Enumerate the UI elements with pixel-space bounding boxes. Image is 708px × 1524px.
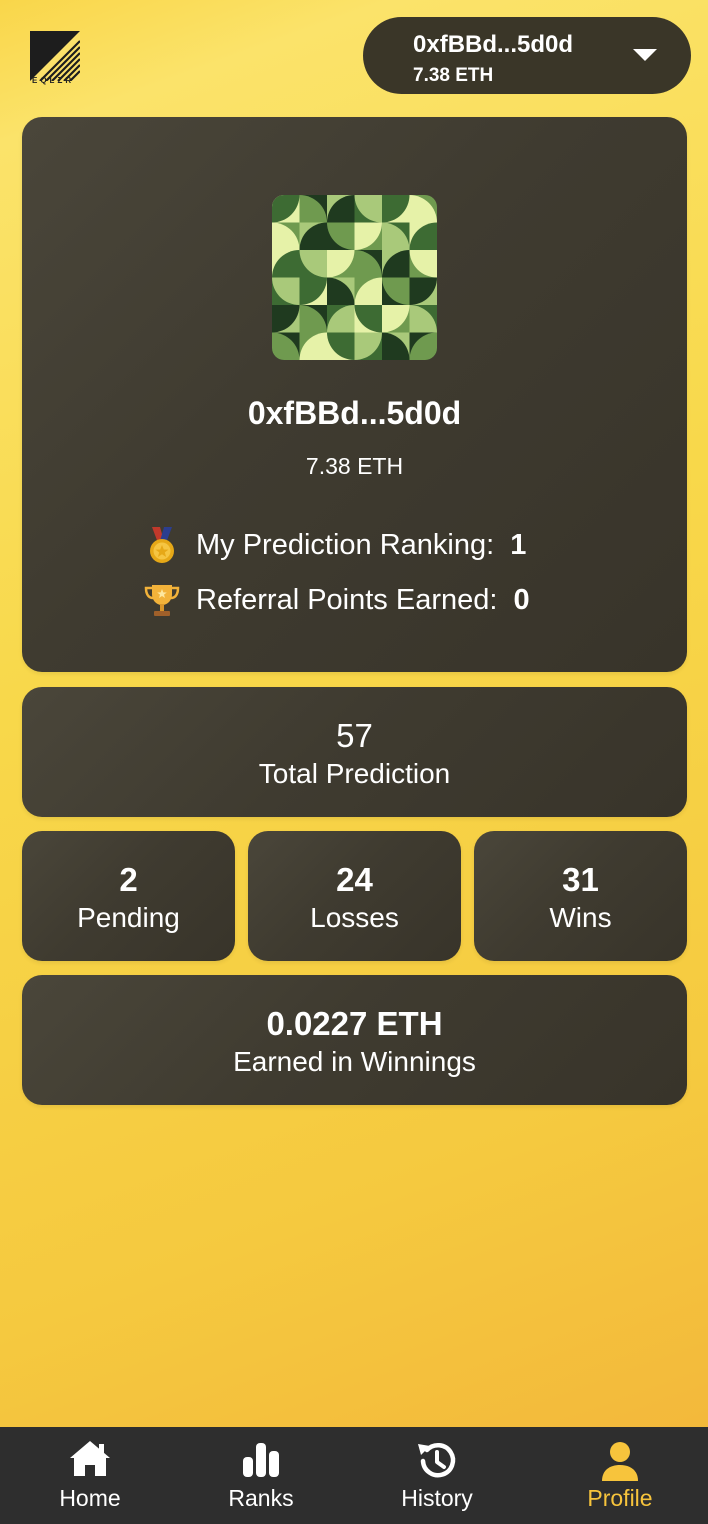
earnings-card: 0.0227 ETH Earned in Winnings — [22, 975, 687, 1105]
total-prediction-label: Total Prediction — [258, 758, 451, 789]
wallet-dropdown[interactable]: 0xfBBd...5d0d 7.38 ETH — [363, 17, 691, 94]
logo-text: EQLZR — [32, 76, 75, 85]
chevron-down-icon — [633, 49, 657, 61]
bar-chart-icon — [243, 1443, 279, 1477]
avatar — [272, 195, 437, 360]
tab-home[interactable]: Home — [0, 1427, 180, 1524]
pending-card: 2 Pending — [22, 831, 235, 961]
earnings-label: Earned in Winnings — [233, 1046, 476, 1077]
user-icon — [602, 1442, 638, 1481]
trophy-icon — [144, 585, 180, 616]
total-prediction-card: 57 Total Prediction — [22, 687, 687, 817]
tab-profile[interactable]: Profile — [532, 1427, 708, 1524]
history-icon — [418, 1442, 456, 1478]
pending-label: Pending — [77, 902, 180, 933]
wins-card: 31 Wins — [474, 831, 687, 961]
pending-value: 2 — [119, 861, 138, 898]
tab-profile-label: Profile — [587, 1485, 653, 1511]
tab-history[interactable]: History — [342, 1427, 532, 1524]
avatar-pattern — [272, 195, 437, 360]
total-prediction-value: 57 — [336, 717, 373, 754]
ranking-label: My Prediction Ranking: — [196, 528, 495, 561]
tab-ranks-label: Ranks — [228, 1485, 294, 1511]
wins-label: Wins — [549, 902, 612, 933]
bottom-tab-bar: Home Ranks History Profile — [0, 1427, 708, 1524]
losses-value: 24 — [336, 861, 373, 898]
earnings-value: 0.0227 ETH — [266, 1005, 443, 1042]
losses-label: Losses — [310, 902, 399, 933]
tab-ranks[interactable]: Ranks — [180, 1427, 342, 1524]
profile-address: 0xfBBd...5d0d — [247, 395, 462, 431]
referral-label: Referral Points Earned: — [196, 583, 498, 616]
medal-icon — [150, 527, 174, 563]
home-icon — [70, 1441, 110, 1476]
tab-history-label: History — [401, 1485, 473, 1511]
profile-balance: 7.38 ETH — [305, 453, 404, 479]
profile-card: 0xfBBd...5d0d 7.38 ETH My Prediction Ran… — [22, 117, 687, 672]
tab-home-label: Home — [59, 1485, 121, 1511]
losses-card: 24 Losses — [248, 831, 461, 961]
referral-row: Referral Points Earned: 0 — [142, 580, 530, 620]
wallet-balance: 7.38 ETH — [413, 65, 494, 86]
ranking-row: My Prediction Ranking: 1 — [142, 525, 526, 565]
wallet-address: 0xfBBd...5d0d — [413, 31, 574, 58]
ranking-value: 1 — [510, 528, 527, 561]
referral-value: 0 — [513, 583, 530, 616]
wins-value: 31 — [562, 861, 599, 898]
